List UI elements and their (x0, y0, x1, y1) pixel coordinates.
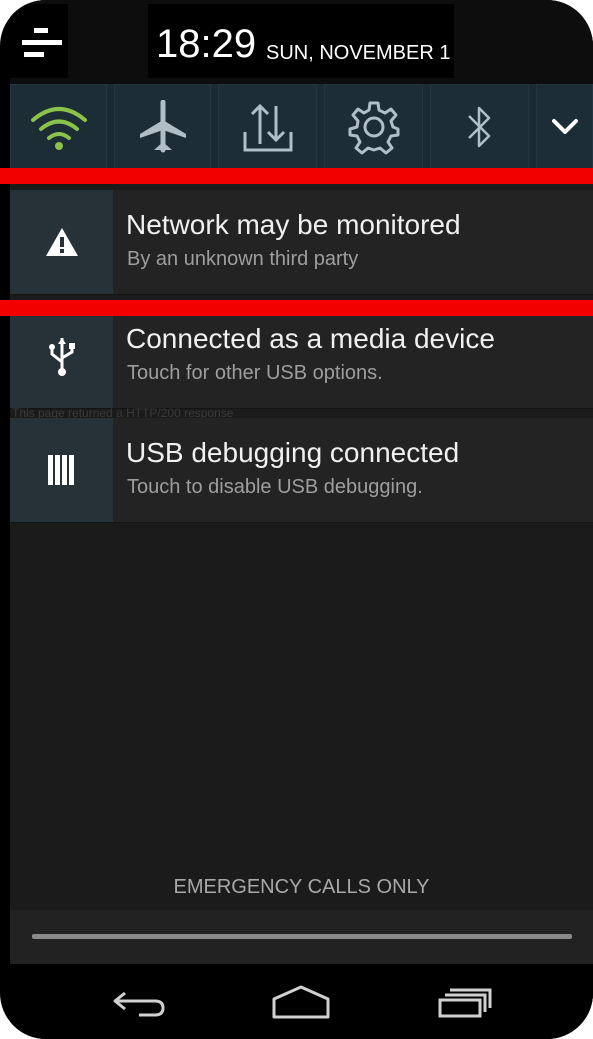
airplane-icon (139, 100, 186, 153)
qs-tile-airplane[interactable] (114, 84, 211, 170)
notification-icon-box (10, 418, 113, 522)
quick-settings-row (10, 84, 593, 170)
qs-expand-button[interactable] (536, 84, 593, 170)
home-icon (272, 985, 330, 1019)
notification-icon-box (10, 304, 113, 408)
recents-icon (438, 988, 492, 1018)
redaction-bar (0, 300, 593, 316)
chevron-down-icon (551, 119, 578, 134)
qs-tile-settings[interactable] (324, 84, 423, 170)
notification-subtitle: Touch to disable USB debugging. (127, 476, 423, 498)
notification-shade: 18:29 SUN, NOVEMBER 1 Network may be mon… (10, 0, 593, 1039)
emergency-calls-label: EMERGENCY CALLS ONLY (173, 876, 430, 898)
navigation-bar (10, 964, 593, 1039)
menu-button[interactable] (10, 4, 68, 78)
notification-icon-box (10, 190, 113, 294)
notification-title: Connected as a media device (126, 323, 495, 354)
usb-icon (48, 338, 75, 376)
debug-bars-icon (47, 455, 74, 485)
clock-time: 18:29 (156, 22, 257, 66)
back-icon (113, 991, 165, 1017)
notification-title: USB debugging connected (126, 437, 460, 468)
phone-frame: 18:29 SUN, NOVEMBER 1 Network may be mon… (0, 0, 593, 1039)
menu-icon (22, 28, 62, 57)
home-button[interactable] (266, 974, 336, 1030)
redaction-bar (0, 168, 593, 184)
clock-area[interactable]: 18:29 SUN, NOVEMBER 1 (148, 4, 454, 78)
bluetooth-icon (467, 106, 490, 148)
back-button[interactable] (104, 974, 174, 1030)
warning-icon (45, 228, 78, 256)
notification-media-device[interactable]: Connected as a media device Touch for ot… (10, 304, 593, 409)
upload-icon (243, 103, 292, 152)
clock-date: SUN, NOVEMBER 1 (266, 42, 451, 64)
recents-button[interactable] (430, 974, 500, 1030)
qs-tile-bluetooth[interactable] (430, 84, 529, 170)
status-bar: 18:29 SUN, NOVEMBER 1 (10, 0, 593, 84)
qs-tile-data-transfer[interactable] (218, 84, 317, 170)
gear-icon (348, 101, 399, 155)
shade-drag-handle[interactable] (32, 934, 572, 939)
wifi-icon (30, 107, 87, 150)
notification-subtitle: By an unknown third party (127, 248, 359, 270)
notification-title: Network may be monitored (126, 209, 461, 240)
qs-tile-wifi[interactable] (10, 84, 107, 170)
notification-usb-debugging[interactable]: USB debugging connected Touch to disable… (10, 418, 593, 523)
notification-subtitle: Touch for other USB options. (127, 362, 383, 384)
notification-network-monitored[interactable]: Network may be monitored By an unknown t… (10, 190, 593, 295)
